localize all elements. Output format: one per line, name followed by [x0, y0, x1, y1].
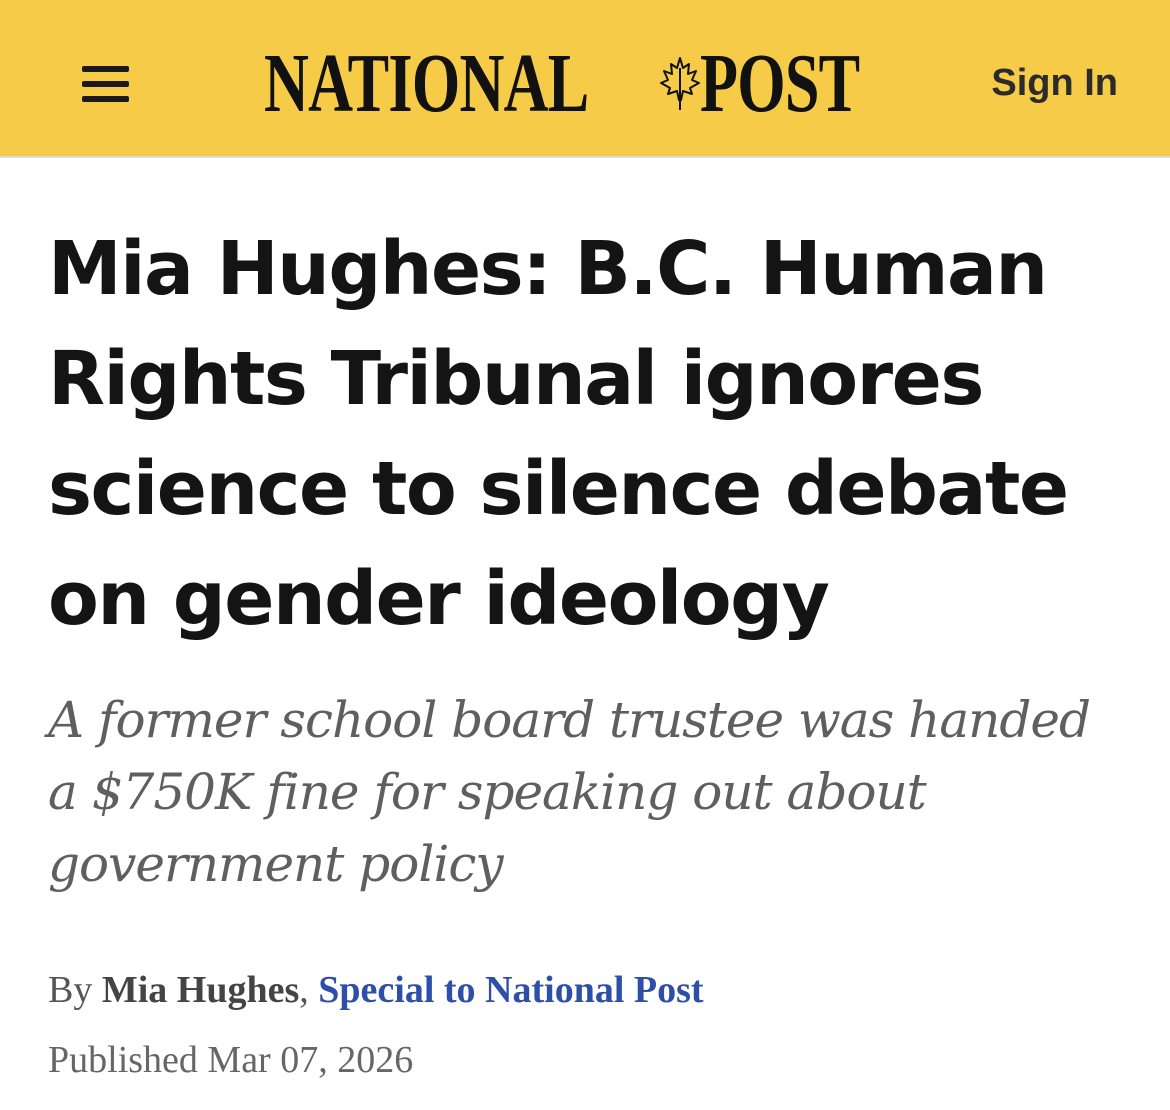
site-header: NATIONAL POST Sign In	[0, 0, 1170, 158]
article-header: Mia Hughes: B.C. Human Rights Tribunal i…	[48, 214, 1128, 1082]
byline-prefix: By	[48, 969, 93, 1011]
published-date: Published Mar 07, 2026	[48, 1038, 1128, 1082]
hamburger-menu-icon[interactable]	[72, 56, 138, 112]
byline: By Mia Hughes, Special to National Post	[48, 968, 1128, 1012]
article-subhead: A former school board trustee was handed…	[48, 691, 1091, 893]
byline-separator: ,	[299, 969, 309, 1011]
logo-word-post: POST	[700, 37, 860, 130]
menu-bar	[82, 96, 129, 102]
national-post-logo[interactable]: NATIONAL POST	[264, 36, 930, 132]
published-date-value: Mar 07, 2026	[207, 1039, 414, 1081]
article-headline: Mia Hughes: B.C. Human Rights Tribunal i…	[48, 226, 1069, 642]
sign-in-button[interactable]: Sign In	[991, 62, 1118, 105]
menu-bar	[82, 81, 129, 87]
published-label: Published	[48, 1039, 198, 1081]
byline-affiliation-link[interactable]: Special to National Post	[318, 969, 703, 1011]
maple-leaf-icon	[660, 57, 700, 110]
byline-author: Mia Hughes	[101, 969, 300, 1011]
logo-word-national: NATIONAL	[264, 37, 589, 130]
menu-bar	[82, 66, 129, 72]
